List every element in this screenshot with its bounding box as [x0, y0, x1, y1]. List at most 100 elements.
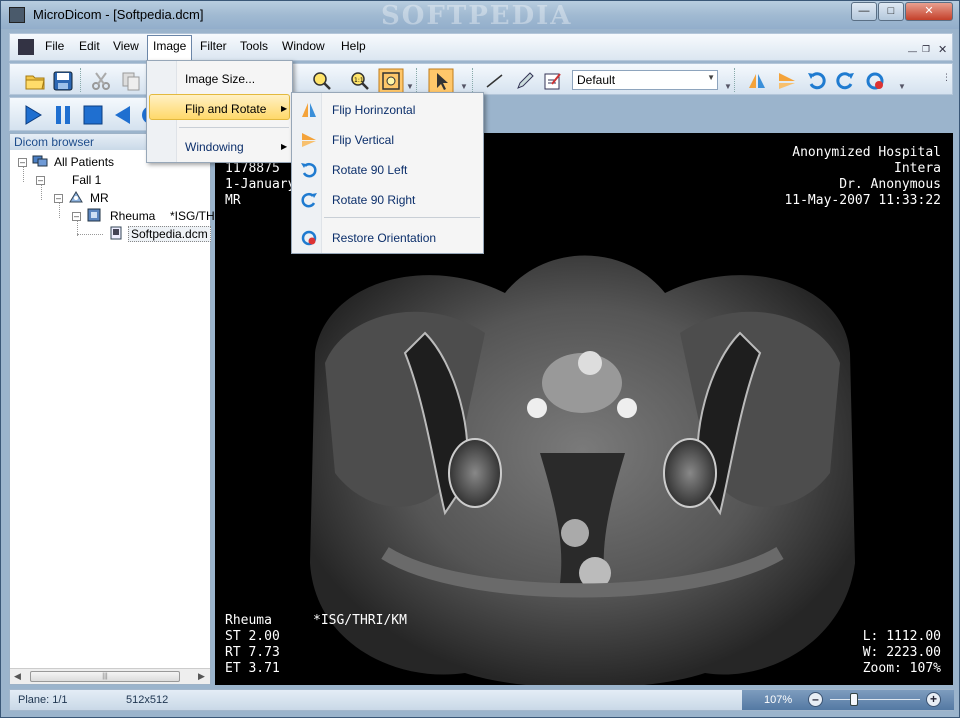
tree-item-patient[interactable]: Fall 1 — [72, 173, 101, 187]
zoom-slider-thumb[interactable] — [850, 693, 858, 706]
window-title: MicroDicom - [Softpedia.dcm] — [33, 7, 204, 22]
save-icon[interactable] — [52, 70, 74, 92]
watermark: SOFTPEDIA — [381, 1, 573, 31]
zoom-slider-track[interactable] — [830, 699, 920, 700]
menu-window[interactable]: Window — [282, 39, 325, 53]
mdi-close-icon[interactable]: ✕ — [938, 43, 947, 56]
status-zoom: 107% — [764, 694, 793, 706]
menu-view[interactable]: View — [113, 39, 139, 53]
menu-edit[interactable]: Edit — [79, 39, 100, 53]
overlay-series-desc: *ISG/THRI/KM — [313, 613, 407, 628]
play-icon[interactable] — [22, 104, 44, 126]
tree-item-file[interactable]: Softpedia.dcm — [128, 226, 211, 242]
menu-item-flip-rotate[interactable]: Flip and Rotate — [185, 102, 266, 116]
scroll-left-icon[interactable]: ◀ — [14, 671, 21, 682]
expand-toggle[interactable]: – — [72, 212, 81, 221]
menu-file[interactable]: File — [45, 39, 64, 53]
mdi-restore-icon[interactable]: ❐ — [922, 44, 930, 55]
series-icon — [87, 208, 101, 222]
rotate-right-icon[interactable] — [834, 70, 856, 92]
submenu-arrow-icon: ▶ — [281, 142, 288, 151]
chevron-down-icon: ▼ — [707, 73, 715, 82]
menu-item-flip-horizontal[interactable]: Flip Horinzontal — [332, 103, 415, 117]
menu-help[interactable]: Help — [341, 39, 366, 53]
mdi-minimize-icon[interactable]: — — [908, 46, 917, 56]
annotation-settings-icon[interactable] — [542, 70, 564, 92]
scrollbar-thumb[interactable]: ||| — [30, 671, 180, 682]
flip-horizontal-icon[interactable] — [746, 70, 768, 92]
menu-tools[interactable]: Tools — [240, 39, 268, 53]
overlay-device: Intera — [894, 161, 941, 176]
pencil-tool-icon[interactable] — [514, 70, 536, 92]
status-image-size: 512x512 — [126, 694, 169, 706]
zoom-control: 107% – + — [742, 690, 954, 710]
status-plane: Plane: 1/1 — [18, 694, 68, 706]
tree-item-all-patients[interactable]: All Patients — [54, 155, 114, 169]
open-folder-icon[interactable] — [24, 70, 46, 92]
restore-orientation-icon[interactable] — [864, 70, 886, 92]
patients-icon — [32, 155, 48, 167]
copy-icon[interactable] — [120, 70, 142, 92]
menu-item-flip-vertical[interactable]: Flip Vertical — [332, 133, 394, 147]
overlay-datetime: 11-May-2007 11:33:22 — [784, 193, 941, 208]
overlay-physician: Dr. Anonymous — [839, 177, 941, 192]
tree-item-series-desc: *ISG/THI — [170, 209, 219, 223]
app-icon[interactable] — [9, 7, 25, 23]
image-menu: Image Size... Flip and Rotate ▶ Windowin… — [146, 60, 293, 163]
overlay-slice-thickness: ST 2.00 — [225, 629, 280, 644]
overlay-echo-time: ET 3.71 — [225, 661, 280, 676]
overlay-hospital: Anonymized Hospital — [792, 145, 941, 160]
menu-image[interactable]: Image — [147, 35, 193, 61]
rotate-left-icon[interactable] — [806, 70, 828, 92]
zoom-icon[interactable] — [310, 70, 332, 92]
actual-size-icon[interactable]: 1:1 — [348, 70, 370, 92]
cut-icon[interactable] — [90, 70, 112, 92]
menu-filter[interactable]: Filter — [200, 39, 227, 53]
dicom-file-icon — [110, 226, 122, 240]
menu-item-rotate-left[interactable]: Rotate 90 Left — [332, 163, 407, 177]
overlay-birth-date: 1-January — [225, 177, 296, 192]
overlay-repetition-time: RT 7.73 — [225, 645, 280, 660]
overlay-patient-id: 1178875 — [225, 161, 280, 176]
app-window: MicroDicom - [Softpedia.dcm] SOFTPEDIA —… — [0, 0, 960, 718]
zoom-out-button[interactable]: – — [808, 692, 823, 707]
previous-frame-icon[interactable] — [112, 104, 134, 126]
expand-toggle[interactable]: – — [36, 176, 45, 185]
pause-icon[interactable] — [52, 104, 74, 126]
flip-vertical-icon[interactable] — [776, 70, 798, 92]
preset-combo-value: Default — [577, 73, 616, 87]
scroll-right-icon[interactable]: ▶ — [198, 671, 205, 682]
maximize-button[interactable]: □ — [878, 2, 904, 21]
status-bar: Plane: 1/1 512x512 107% – + — [9, 689, 954, 711]
preset-combo[interactable]: Default ▼ — [572, 70, 718, 90]
flip-vertical-icon — [302, 133, 316, 147]
document-icon[interactable] — [18, 39, 34, 55]
expand-toggle[interactable]: – — [18, 158, 27, 167]
rotate-left-icon — [301, 162, 317, 178]
overlay-zoom: Zoom: 107% — [862, 661, 941, 676]
browser-horizontal-scrollbar[interactable]: ◀ ||| ▶ — [10, 668, 210, 684]
submenu-arrow-icon: ▶ — [281, 104, 288, 113]
menu-item-windowing[interactable]: Windowing — [185, 140, 244, 154]
menu-item-image-size[interactable]: Image Size... — [185, 72, 255, 86]
overlay-series-name: Rheuma — [225, 613, 272, 628]
tree-item-series[interactable]: Rheuma — [110, 209, 155, 223]
tree-item-modality[interactable]: MR — [90, 191, 109, 205]
minimize-button[interactable]: — — [851, 2, 877, 21]
expand-toggle[interactable]: – — [54, 194, 63, 203]
overlay-window-width: W: 2223.00 — [862, 645, 941, 660]
fit-to-window-icon[interactable] — [378, 68, 404, 94]
line-tool-icon[interactable] — [484, 70, 506, 92]
menu-item-restore-orientation[interactable]: Restore Orientation — [332, 231, 436, 245]
overlay-window-level: L: 1112.00 — [862, 629, 941, 644]
menu-item-rotate-right[interactable]: Rotate 90 Right — [332, 193, 415, 207]
flip-horizontal-icon — [302, 103, 316, 117]
zoom-in-button[interactable]: + — [926, 692, 941, 707]
stop-icon[interactable] — [82, 104, 104, 126]
flip-rotate-submenu: Flip Horinzontal Flip Vertical Rotate 90… — [291, 92, 484, 254]
pointer-tool-icon[interactable] — [428, 68, 454, 94]
close-button[interactable]: ✕ — [905, 2, 953, 21]
rotate-right-icon — [301, 192, 317, 208]
study-icon — [69, 191, 83, 203]
title-bar: MicroDicom - [Softpedia.dcm] SOFTPEDIA —… — [1, 1, 959, 31]
